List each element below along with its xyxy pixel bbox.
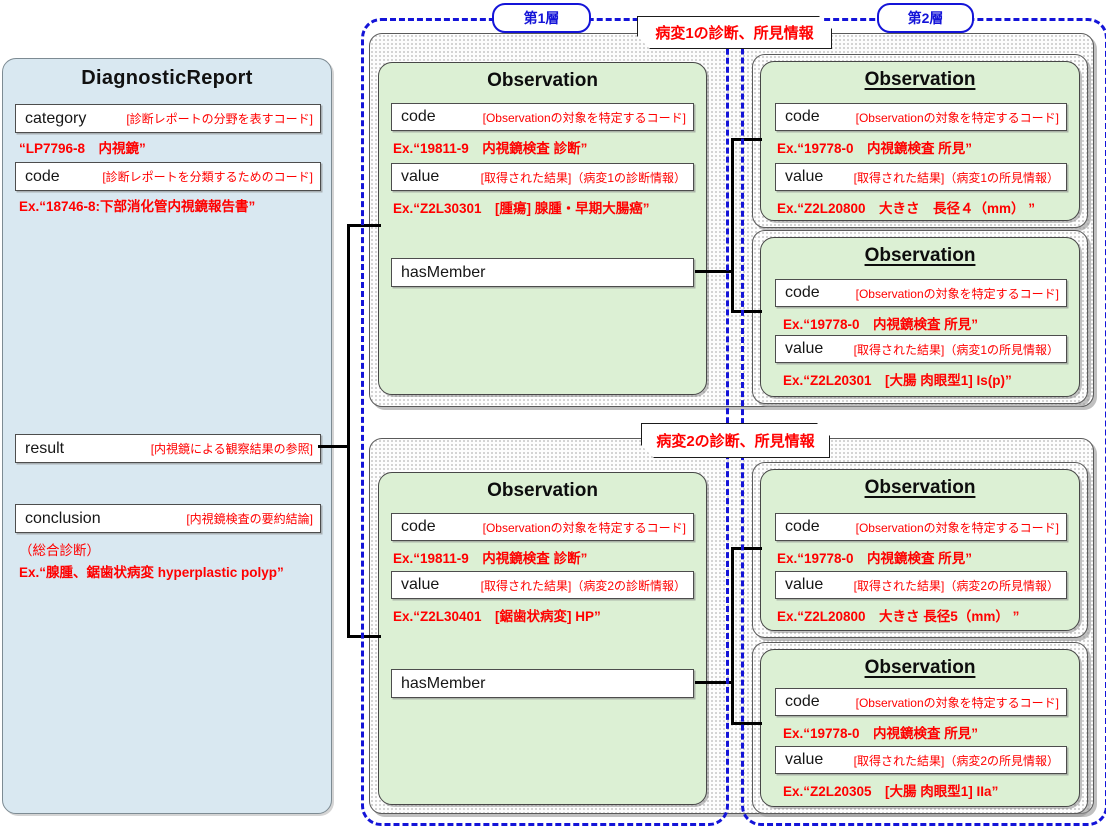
- value-field: value [取得された結果]（病変1の所見情報）: [775, 163, 1067, 191]
- lesion2-child1-observation-box: Observation code [Observationの対象を特定するコード…: [760, 469, 1080, 631]
- code-field-label: code: [401, 518, 436, 536]
- code-field: code [Observationの対象を特定するコード]: [775, 688, 1067, 716]
- result-field-label: result: [25, 440, 64, 458]
- code-field: code [診断レポートを分類するためのコード]: [15, 162, 321, 191]
- layer2-badge: 第2層: [877, 3, 974, 33]
- value-field: value [取得された結果]（病変1の診断情報）: [391, 163, 694, 191]
- code-field: code [Observationの対象を特定するコード]: [775, 103, 1067, 131]
- code-example-value: Ex.“19778-0 内視鏡検査 所見”: [777, 547, 972, 567]
- has-member-field: hasMember: [391, 258, 694, 287]
- code-field: code [Observationの対象を特定するコード]: [391, 513, 694, 541]
- diagram-canvas: DiagnosticReport category [診断レポートの分野を表すコ…: [0, 0, 1106, 826]
- value-field-annotation: [取得された結果]（病変1の診断情報）: [481, 169, 686, 186]
- category-example-value: “LP7796-8 内視鏡”: [19, 137, 146, 157]
- code-example-value: Ex.“19811-9 内視鏡検査 診断”: [393, 137, 587, 157]
- code-example-value: Ex.“19778-0 内視鏡検査 所見”: [783, 313, 978, 333]
- code-example-value: Ex.“19778-0 内視鏡検査 所見”: [777, 137, 972, 157]
- value-example-value: Ex.“Z2L20800 大きさ 長径5（mm） ”: [777, 605, 1019, 625]
- code-field-label: code: [785, 108, 820, 126]
- code-example-value: Ex.“19811-9 内視鏡検査 診断”: [393, 547, 587, 567]
- observation-title: Observation: [379, 70, 706, 92]
- code-field-label: code: [785, 284, 820, 302]
- conclusion-field: conclusion [内視鏡検査の要約結論]: [15, 504, 321, 533]
- value-field-annotation: [取得された結果]（病変2の所見情報）: [854, 752, 1059, 769]
- connector-hasmember2-branch-bottom: [731, 722, 762, 725]
- value-example-value: Ex.“Z2L30301 [腫瘍] 腺腫・早期大腸癌”: [393, 197, 650, 217]
- value-field-annotation: [取得された結果]（病変1の所見情報）: [854, 341, 1059, 358]
- value-field: value [取得された結果]（病変2の診断情報）: [391, 571, 694, 599]
- value-field: value [取得された結果]（病変1の所見情報）: [775, 335, 1067, 363]
- value-example-value: Ex.“Z2L20800 大きさ 長径４（mm） ”: [777, 197, 1035, 217]
- code-field-annotation: [Observationの対象を特定するコード]: [856, 285, 1059, 302]
- value-field: value [取得された結果]（病変2の所見情報）: [775, 746, 1067, 774]
- connector-hasmember1-branch-bottom: [731, 310, 762, 313]
- observation-title: Observation: [761, 245, 1079, 267]
- lesion2-header: 病変2の診断、所見情報: [641, 423, 830, 458]
- layer1-badge: 第1層: [492, 3, 591, 33]
- has-member-field: hasMember: [391, 669, 694, 698]
- connector-result-branch-lesion1: [347, 224, 381, 227]
- value-field-label: value: [401, 168, 439, 186]
- connector-hasmember2-horizontal: [695, 681, 734, 684]
- result-field: result [内視鏡による観察結果の参照]: [15, 434, 321, 463]
- code-field: code [Observationの対象を特定するコード]: [775, 279, 1067, 307]
- category-field-label: category: [25, 110, 86, 128]
- lesion1-parent-observation-box: Observation code [Observationの対象を特定するコード…: [378, 62, 707, 395]
- has-member-label: hasMember: [401, 264, 485, 282]
- code-field: code [Observationの対象を特定するコード]: [391, 103, 694, 131]
- diagnostic-report-box: DiagnosticReport category [診断レポートの分野を表すコ…: [2, 58, 332, 814]
- value-field-label: value: [785, 751, 823, 769]
- code-field-label: code: [401, 108, 436, 126]
- connector-hasmember2-branch-top: [731, 547, 762, 550]
- connector-hasmember1-branch-top: [731, 138, 762, 141]
- connector-result-horizontal: [318, 445, 350, 448]
- category-field: category [診断レポートの分野を表すコード]: [15, 104, 321, 133]
- result-field-annotation: [内視鏡による観察結果の参照]: [151, 440, 313, 457]
- diagnostic-report-title: DiagnosticReport: [3, 67, 331, 90]
- code-field-label: code: [785, 518, 820, 536]
- category-field-annotation: [診断レポートの分野を表すコード]: [126, 110, 313, 127]
- code-field-label: code: [25, 168, 60, 186]
- value-field-label: value: [785, 168, 823, 186]
- value-field-annotation: [取得された結果]（病変2の診断情報）: [481, 577, 686, 594]
- lesion1-child1-observation-box: Observation code [Observationの対象を特定するコード…: [760, 61, 1080, 221]
- connector-hasmember1-vertical: [731, 138, 734, 313]
- value-field: value [取得された結果]（病変2の所見情報）: [775, 571, 1067, 599]
- code-field-label: code: [785, 693, 820, 711]
- code-field-annotation: [Observationの対象を特定するコード]: [856, 109, 1059, 126]
- code-example-value: Ex.“19778-0 内視鏡検査 所見”: [783, 722, 978, 742]
- value-field-annotation: [取得された結果]（病変2の所見情報）: [854, 577, 1059, 594]
- value-field-annotation: [取得された結果]（病変1の所見情報）: [854, 169, 1059, 186]
- conclusion-field-label: conclusion: [25, 510, 101, 528]
- connector-hasmember1-horizontal: [695, 270, 734, 273]
- code-example-value: Ex.“18746-8:下部消化管内視鏡報告書”: [19, 195, 255, 215]
- observation-title: Observation: [761, 657, 1079, 679]
- code-field-annotation: [診断レポートを分類するためのコード]: [102, 168, 313, 185]
- value-field-label: value: [785, 340, 823, 358]
- value-field-label: value: [785, 576, 823, 594]
- value-example-value: Ex.“Z2L20301 [大腸 肉眼型1] Is(p)”: [783, 369, 1012, 389]
- connector-result-branch-lesion2: [347, 635, 381, 638]
- connector-result-vertical: [347, 224, 350, 638]
- code-field-annotation: [Observationの対象を特定するコード]: [856, 519, 1059, 536]
- conclusion-field-annotation: [内視鏡検査の要約結論]: [186, 510, 313, 527]
- code-field: code [Observationの対象を特定するコード]: [775, 513, 1067, 541]
- has-member-label: hasMember: [401, 675, 485, 693]
- code-field-annotation: [Observationの対象を特定するコード]: [483, 109, 686, 126]
- conclusion-example-value: Ex.“腺腫、鋸歯状病変 hyperplastic polyp”: [19, 561, 284, 581]
- value-field-label: value: [401, 576, 439, 594]
- observation-title: Observation: [761, 477, 1079, 499]
- conclusion-note: （総合診断）: [19, 539, 100, 559]
- value-example-value: Ex.“Z2L20305 [大腸 肉眼型1] IIa”: [783, 780, 998, 800]
- connector-hasmember2-vertical: [731, 547, 734, 725]
- code-field-annotation: [Observationの対象を特定するコード]: [483, 519, 686, 536]
- observation-title: Observation: [761, 69, 1079, 91]
- lesion2-parent-observation-box: Observation code [Observationの対象を特定するコード…: [378, 472, 707, 805]
- value-example-value: Ex.“Z2L30401 [鋸歯状病変] HP”: [393, 605, 601, 625]
- lesion1-child2-observation-box: Observation code [Observationの対象を特定するコード…: [760, 237, 1080, 397]
- lesion1-header: 病変1の診断、所見情報: [637, 16, 832, 49]
- lesion2-child2-observation-box: Observation code [Observationの対象を特定するコード…: [760, 649, 1080, 807]
- code-field-annotation: [Observationの対象を特定するコード]: [856, 694, 1059, 711]
- observation-title: Observation: [379, 480, 706, 502]
